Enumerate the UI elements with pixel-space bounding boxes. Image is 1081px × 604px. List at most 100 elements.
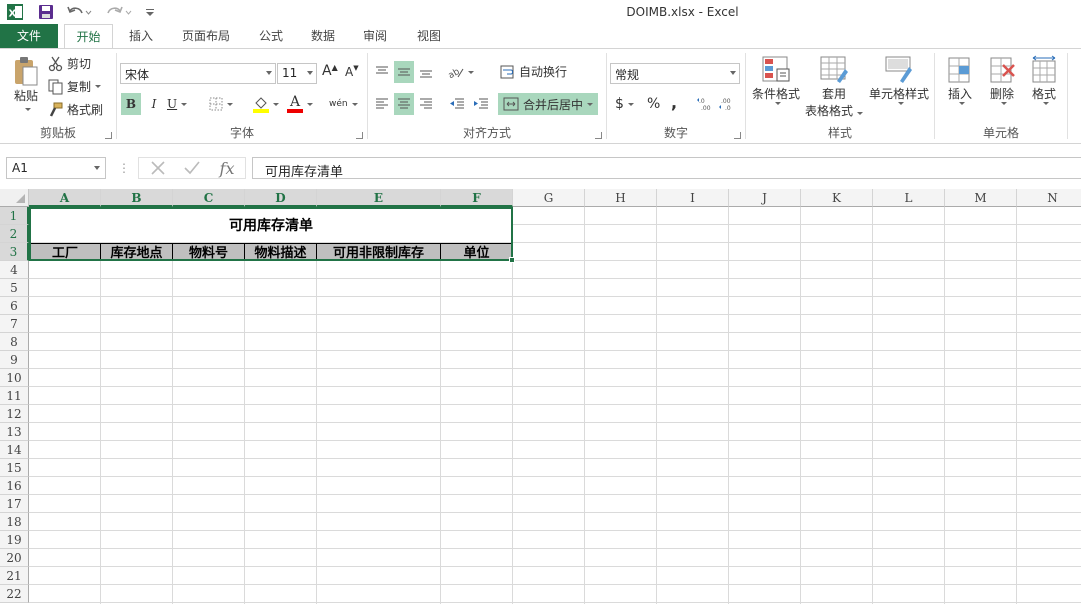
header-cell[interactable]: 可用非限制库存 xyxy=(317,243,441,261)
currency-dropdown-icon[interactable] xyxy=(627,102,634,106)
align-top-button[interactable] xyxy=(372,61,392,83)
alignment-launcher-icon[interactable] xyxy=(595,132,602,139)
percent-button[interactable]: % xyxy=(647,93,660,115)
comma-button[interactable]: , xyxy=(671,91,677,113)
tab-view[interactable]: 视图 xyxy=(404,24,454,48)
insert-cells-dropdown-icon[interactable] xyxy=(959,102,965,105)
font-name-combo[interactable]: 宋体 xyxy=(120,63,276,84)
column-header-l[interactable]: L xyxy=(873,189,945,207)
row-header-20[interactable]: 20 xyxy=(0,549,29,567)
row-header-12[interactable]: 12 xyxy=(0,405,29,423)
row-header-10[interactable]: 10 xyxy=(0,369,29,387)
number-format-dropdown-icon[interactable] xyxy=(730,71,736,75)
formula-input[interactable]: 可用库存清单 xyxy=(252,157,1081,180)
row-header-6[interactable]: 6 xyxy=(0,297,29,315)
insert-function-icon[interactable]: fx xyxy=(213,158,241,178)
tab-file[interactable]: 文件 xyxy=(0,24,58,48)
underline-button[interactable]: U xyxy=(167,93,188,115)
tab-insert[interactable]: 插入 xyxy=(118,24,164,48)
font-name-dropdown-icon[interactable] xyxy=(266,71,272,75)
clipboard-launcher-icon[interactable] xyxy=(105,132,112,139)
column-header-d[interactable]: D xyxy=(245,189,317,207)
tab-formulas[interactable]: 公式 xyxy=(248,24,294,48)
format-as-table-dropdown-icon[interactable] xyxy=(857,112,863,115)
fill-color-dropdown-icon[interactable] xyxy=(273,102,279,106)
name-box-dropdown-icon[interactable] xyxy=(94,166,100,170)
borders-dropdown-icon[interactable] xyxy=(227,102,233,106)
copy-dropdown-icon[interactable] xyxy=(95,85,102,88)
tab-data[interactable]: 数据 xyxy=(300,24,346,48)
row-header-1[interactable]: 1 xyxy=(0,207,29,225)
font-size-dropdown-icon[interactable] xyxy=(307,71,313,75)
formula-bar-grip-icon[interactable]: ⋮ xyxy=(118,161,130,175)
tab-page-layout[interactable]: 页面布局 xyxy=(170,24,242,48)
phonetic-button[interactable]: wén xyxy=(329,93,358,115)
column-header-a[interactable]: A xyxy=(29,189,101,207)
decrease-indent-button[interactable] xyxy=(446,93,468,115)
shrink-font-button[interactable]: A ▼ xyxy=(345,64,359,79)
row-header-22[interactable]: 22 xyxy=(0,585,29,603)
cell-styles-button[interactable]: 单元格样式 xyxy=(866,55,932,105)
row-header-14[interactable]: 14 xyxy=(0,441,29,459)
header-cell[interactable]: 物料描述 xyxy=(245,243,317,261)
underline-dropdown-icon[interactable] xyxy=(181,102,188,106)
row-header-16[interactable]: 16 xyxy=(0,477,29,495)
currency-button[interactable]: $ xyxy=(615,93,634,115)
grow-font-button[interactable]: A ▲ xyxy=(322,63,338,80)
row-header-3[interactable]: 3 xyxy=(0,243,29,261)
number-launcher-icon[interactable] xyxy=(734,132,741,139)
conditional-format-button[interactable]: 条件格式 xyxy=(750,55,802,105)
conditional-format-dropdown-icon[interactable] xyxy=(775,102,781,105)
align-center-button[interactable] xyxy=(394,93,414,115)
italic-button[interactable]: I xyxy=(145,93,163,115)
wrap-text-button[interactable]: 自动换行 xyxy=(500,63,567,80)
row-header-11[interactable]: 11 xyxy=(0,387,29,405)
bold-button[interactable]: B xyxy=(121,93,141,115)
font-launcher-icon[interactable] xyxy=(356,132,363,139)
cell-area[interactable]: 可用库存清单 工厂 库存地点 物料号 物料描述 可用非限制库存 单位 xyxy=(29,207,1081,604)
insert-cells-button[interactable]: 插入 xyxy=(943,55,977,105)
cut-button[interactable]: 剪切 xyxy=(48,55,91,72)
tab-home[interactable]: 开始 xyxy=(64,24,113,49)
row-header-9[interactable]: 9 xyxy=(0,351,29,369)
row-header-19[interactable]: 19 xyxy=(0,531,29,549)
font-color-button[interactable]: A xyxy=(287,93,313,115)
select-all-corner[interactable] xyxy=(0,189,29,207)
header-cell[interactable]: 库存地点 xyxy=(101,243,173,261)
orientation-dropdown-icon[interactable] xyxy=(468,70,474,74)
delete-cells-button[interactable]: 删除 xyxy=(985,55,1019,105)
column-header-n[interactable]: N xyxy=(1017,189,1081,207)
row-header-2[interactable]: 2 xyxy=(0,225,29,243)
delete-cells-dropdown-icon[interactable] xyxy=(1001,102,1007,105)
row-header-4[interactable]: 4 xyxy=(0,261,29,279)
row-header-21[interactable]: 21 xyxy=(0,567,29,585)
header-cell[interactable]: 物料号 xyxy=(173,243,245,261)
header-cell[interactable]: 工厂 xyxy=(29,243,101,261)
row-header-8[interactable]: 8 xyxy=(0,333,29,351)
copy-button[interactable]: 复制 xyxy=(48,78,102,95)
orientation-button[interactable]: ab xyxy=(448,61,474,83)
align-bottom-button[interactable] xyxy=(416,61,436,83)
format-as-table-button[interactable]: 套用 表格格式 xyxy=(804,55,864,119)
paste-dropdown-icon[interactable] xyxy=(25,108,31,111)
column-header-g[interactable]: G xyxy=(513,189,585,207)
name-box[interactable]: A1 xyxy=(6,157,106,179)
column-header-j[interactable]: J xyxy=(729,189,801,207)
align-middle-button[interactable] xyxy=(394,61,414,83)
tab-review[interactable]: 审阅 xyxy=(352,24,398,48)
column-header-i[interactable]: I xyxy=(657,189,729,207)
worksheet-grid[interactable]: ABCDEFGHIJKLMN 1 2 3 4 5 6 7 8 9 10 11 12 13 14 15 16 17… xyxy=(0,189,1081,604)
format-cells-button[interactable]: 格式 xyxy=(1027,55,1061,105)
header-cell[interactable]: 单位 xyxy=(441,243,513,261)
row-header-5[interactable]: 5 xyxy=(0,279,29,297)
merged-title-cell[interactable]: 可用库存清单 xyxy=(29,207,513,242)
row-header-17[interactable]: 17 xyxy=(0,495,29,513)
column-header-h[interactable]: H xyxy=(585,189,657,207)
merge-center-dropdown-icon[interactable] xyxy=(587,102,594,106)
enter-check-icon[interactable] xyxy=(179,158,205,178)
number-format-combo[interactable]: 常规 xyxy=(610,63,740,84)
merge-center-button[interactable]: 合并后居中 xyxy=(498,93,599,115)
column-header-f[interactable]: F xyxy=(441,189,513,207)
paste-button[interactable]: 粘贴 xyxy=(8,55,44,111)
font-size-combo[interactable]: 11 xyxy=(277,63,317,84)
